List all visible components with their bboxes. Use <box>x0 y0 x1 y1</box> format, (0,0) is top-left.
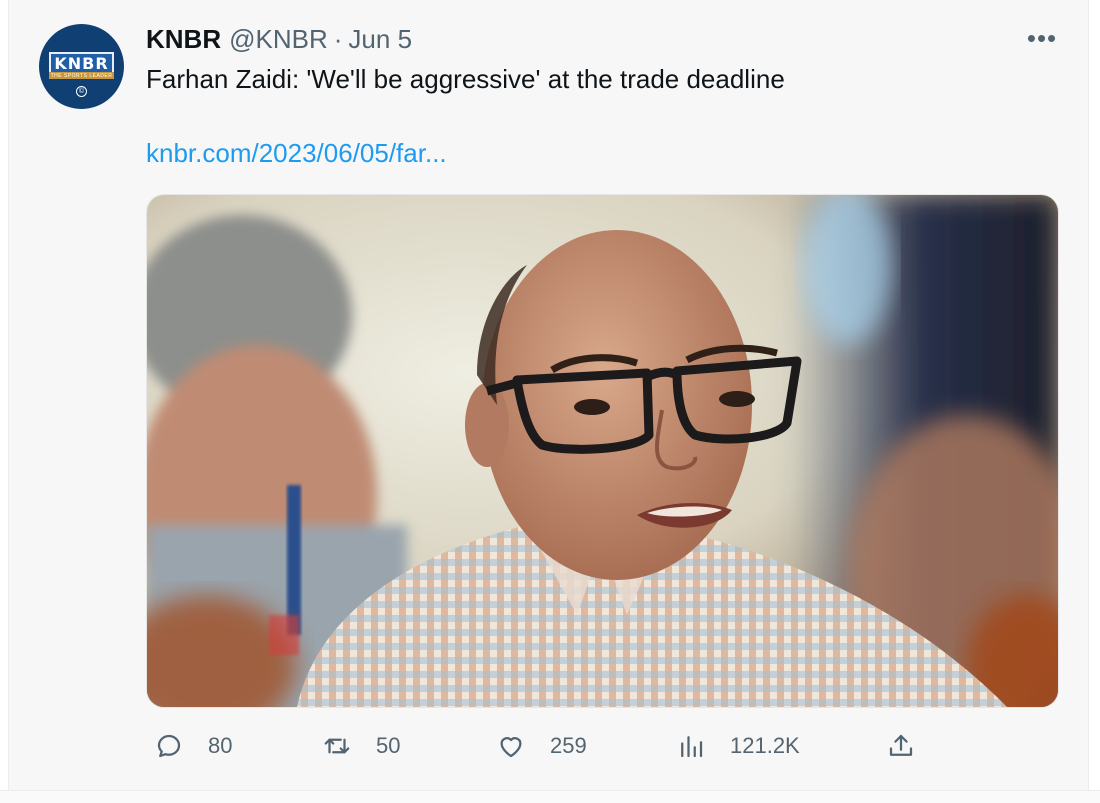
tweet-photo[interactable] <box>146 194 1059 708</box>
share-icon <box>889 734 913 756</box>
tweet-date[interactable]: Jun 5 <box>348 24 412 55</box>
retweet-button[interactable]: 50 <box>322 728 400 764</box>
reply-count: 80 <box>208 733 233 758</box>
photo-of-man-with-glasses <box>147 195 1058 707</box>
next-item-divider <box>0 790 1100 803</box>
retweet-count: 50 <box>376 733 401 758</box>
heart-icon <box>500 737 522 758</box>
action-bar: 80 50 259 121.2K <box>146 728 1057 764</box>
views-count: 121.2K <box>730 733 800 758</box>
views-chart-icon <box>681 736 703 758</box>
knbr-logo: KNBR <box>49 52 114 74</box>
article-link[interactable]: knbr.com/2023/06/05/far... <box>146 138 447 169</box>
copyright-mark-icon: © <box>76 86 87 97</box>
retweet-icon <box>324 738 350 754</box>
separator-dot: · <box>333 24 343 54</box>
author-handle[interactable]: @KNBR <box>229 24 328 55</box>
views-button[interactable]: 121.2K <box>676 728 800 764</box>
reply-button[interactable]: 80 <box>154 728 232 764</box>
tweet-text: Farhan Zaidi: 'We'll be aggressive' at t… <box>146 64 785 94</box>
reply-icon <box>157 734 181 758</box>
author-avatar[interactable]: KNBR THE SPORTS LEADER © <box>39 24 124 109</box>
like-button[interactable]: 259 <box>496 728 587 764</box>
more-horizontal-icon[interactable]: ••• <box>1024 25 1060 54</box>
like-count: 259 <box>550 733 587 758</box>
share-button[interactable] <box>886 728 940 764</box>
tweet-card[interactable]: KNBR THE SPORTS LEADER © KNBR @KNBR · Ju… <box>8 0 1089 790</box>
knbr-logo-tagline: THE SPORTS LEADER <box>49 72 114 79</box>
tweet-header: KNBR @KNBR · Jun 5 <box>146 24 412 58</box>
author-name[interactable]: KNBR <box>146 24 221 55</box>
